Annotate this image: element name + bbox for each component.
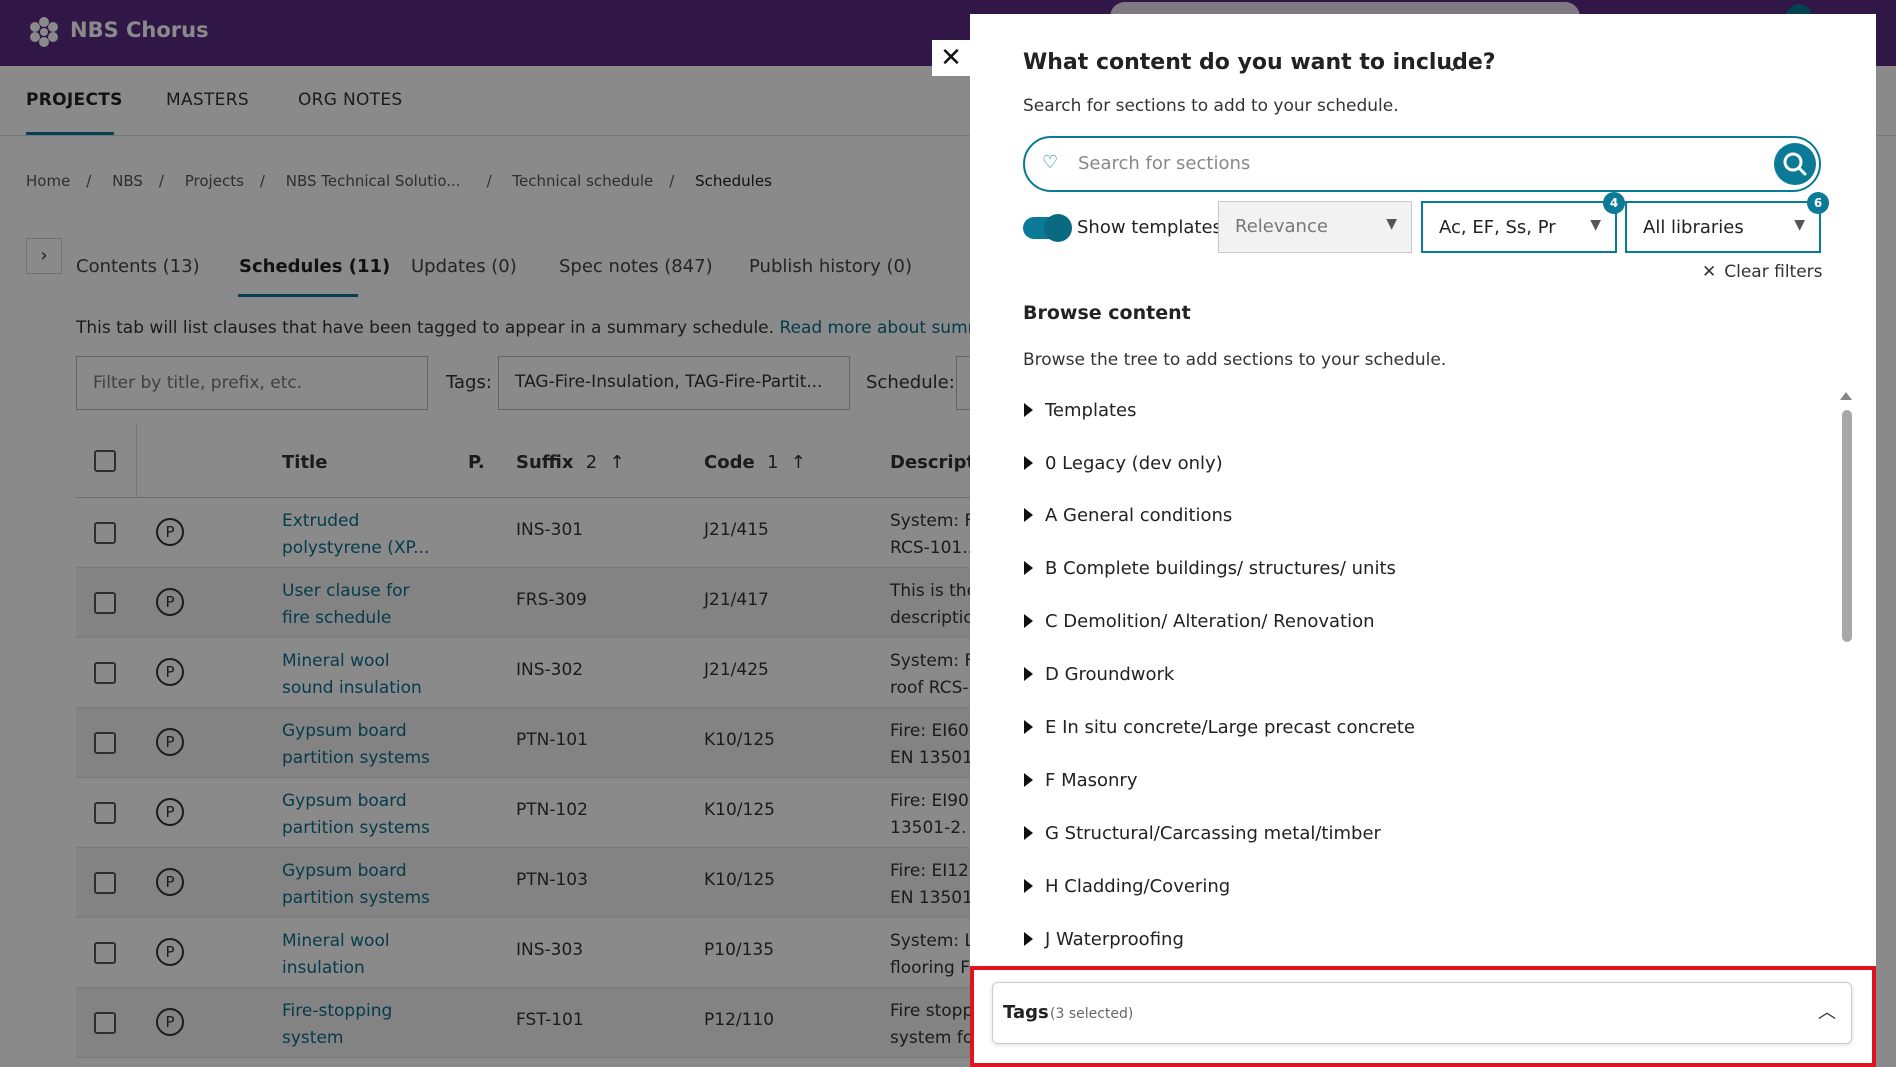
tree-item-label: A General conditions bbox=[1045, 505, 1233, 526]
search-icon bbox=[1783, 152, 1807, 176]
caret-down-icon: ▼ bbox=[1590, 217, 1601, 233]
expand-triangle-icon[interactable] bbox=[1024, 456, 1033, 470]
expand-triangle-icon[interactable] bbox=[1024, 879, 1033, 893]
sort-value: Relevance bbox=[1235, 216, 1328, 237]
content-type-select[interactable]: Ac, EF, Ss, Pr ▼ bbox=[1421, 201, 1617, 253]
tree-item-label: H Cladding/Covering bbox=[1045, 876, 1231, 897]
browse-heading: Browse content bbox=[1023, 302, 1191, 324]
toggle-knob[interactable] bbox=[1044, 214, 1072, 242]
tree-item[interactable]: J Waterproofing bbox=[1024, 929, 1184, 950]
content-type-count-badge: 4 bbox=[1603, 192, 1625, 214]
tree-item-label: Templates bbox=[1045, 400, 1137, 421]
tree-item[interactable]: A General conditions bbox=[1024, 505, 1232, 526]
library-count-badge: 6 bbox=[1807, 192, 1829, 214]
tree-item-label: G Structural/Carcassing metal/timber bbox=[1045, 823, 1381, 844]
caret-down-icon: ▼ bbox=[1794, 217, 1805, 233]
expand-triangle-icon[interactable] bbox=[1024, 932, 1033, 946]
expand-triangle-icon[interactable] bbox=[1024, 720, 1033, 734]
expand-triangle-icon[interactable] bbox=[1024, 614, 1033, 628]
expand-triangle-icon[interactable] bbox=[1024, 403, 1033, 417]
tree-item-label: J Waterproofing bbox=[1045, 929, 1184, 950]
tree-item[interactable]: H Cladding/Covering bbox=[1024, 876, 1230, 897]
lightbulb-icon: ♡ bbox=[1042, 152, 1059, 173]
caret-down-icon: ▼ bbox=[1386, 216, 1397, 232]
expand-triangle-icon[interactable] bbox=[1024, 561, 1033, 575]
sort-select[interactable]: Relevance ▼ bbox=[1218, 201, 1412, 253]
clear-filters-button[interactable]: ✕ Clear filters bbox=[1702, 262, 1823, 282]
expand-triangle-icon[interactable] bbox=[1024, 826, 1033, 840]
tree-item[interactable]: F Masonry bbox=[1024, 770, 1138, 791]
tree-item[interactable]: D Groundwork bbox=[1024, 664, 1174, 685]
scrollbar-thumb[interactable] bbox=[1842, 410, 1852, 642]
drawer-title: What content do you want to include? bbox=[1023, 50, 1496, 75]
scroll-up-icon[interactable] bbox=[1840, 392, 1852, 400]
tree-item[interactable]: Templates bbox=[1024, 400, 1137, 421]
content-type-value: Ac, EF, Ss, Pr bbox=[1439, 217, 1556, 238]
tree-item[interactable]: G Structural/Carcassing metal/timber bbox=[1024, 823, 1381, 844]
chevron-down-icon[interactable]: ⌄ bbox=[1444, 52, 1461, 76]
browse-subtitle: Browse the tree to add sections to your … bbox=[1023, 350, 1447, 370]
close-button[interactable]: ✕ bbox=[932, 40, 970, 76]
expand-triangle-icon[interactable] bbox=[1024, 667, 1033, 681]
tree-item[interactable]: C Demolition/ Alteration/ Renovation bbox=[1024, 611, 1375, 632]
library-value: All libraries bbox=[1643, 217, 1744, 238]
tree-item-label: 0 Legacy (dev only) bbox=[1045, 453, 1223, 474]
tree-item-label: D Groundwork bbox=[1045, 664, 1175, 685]
library-select[interactable]: All libraries ▼ bbox=[1625, 201, 1821, 253]
search-button[interactable] bbox=[1774, 143, 1816, 185]
expand-triangle-icon[interactable] bbox=[1024, 508, 1033, 522]
tree-item[interactable]: B Complete buildings/ structures/ units bbox=[1024, 558, 1396, 579]
clear-filters-label: Clear filters bbox=[1724, 262, 1823, 282]
tree-item[interactable]: E In situ concrete/Large precast concret… bbox=[1024, 717, 1415, 738]
search-placeholder[interactable]: Search for sections bbox=[1078, 153, 1250, 174]
show-templates-label: Show templates bbox=[1077, 217, 1222, 238]
close-icon: ✕ bbox=[940, 43, 962, 73]
tree-item-label: C Demolition/ Alteration/ Renovation bbox=[1045, 611, 1375, 632]
expand-triangle-icon[interactable] bbox=[1024, 773, 1033, 787]
tree-item[interactable]: 0 Legacy (dev only) bbox=[1024, 453, 1223, 474]
highlight-box bbox=[970, 966, 1876, 1067]
close-icon: ✕ bbox=[1702, 262, 1717, 282]
tree-item-label: B Complete buildings/ structures/ units bbox=[1045, 558, 1396, 579]
tree-item-label: F Masonry bbox=[1045, 770, 1138, 791]
tree-item-label: E In situ concrete/Large precast concret… bbox=[1045, 717, 1415, 738]
drawer-subtitle: Search for sections to add to your sched… bbox=[1023, 96, 1399, 116]
